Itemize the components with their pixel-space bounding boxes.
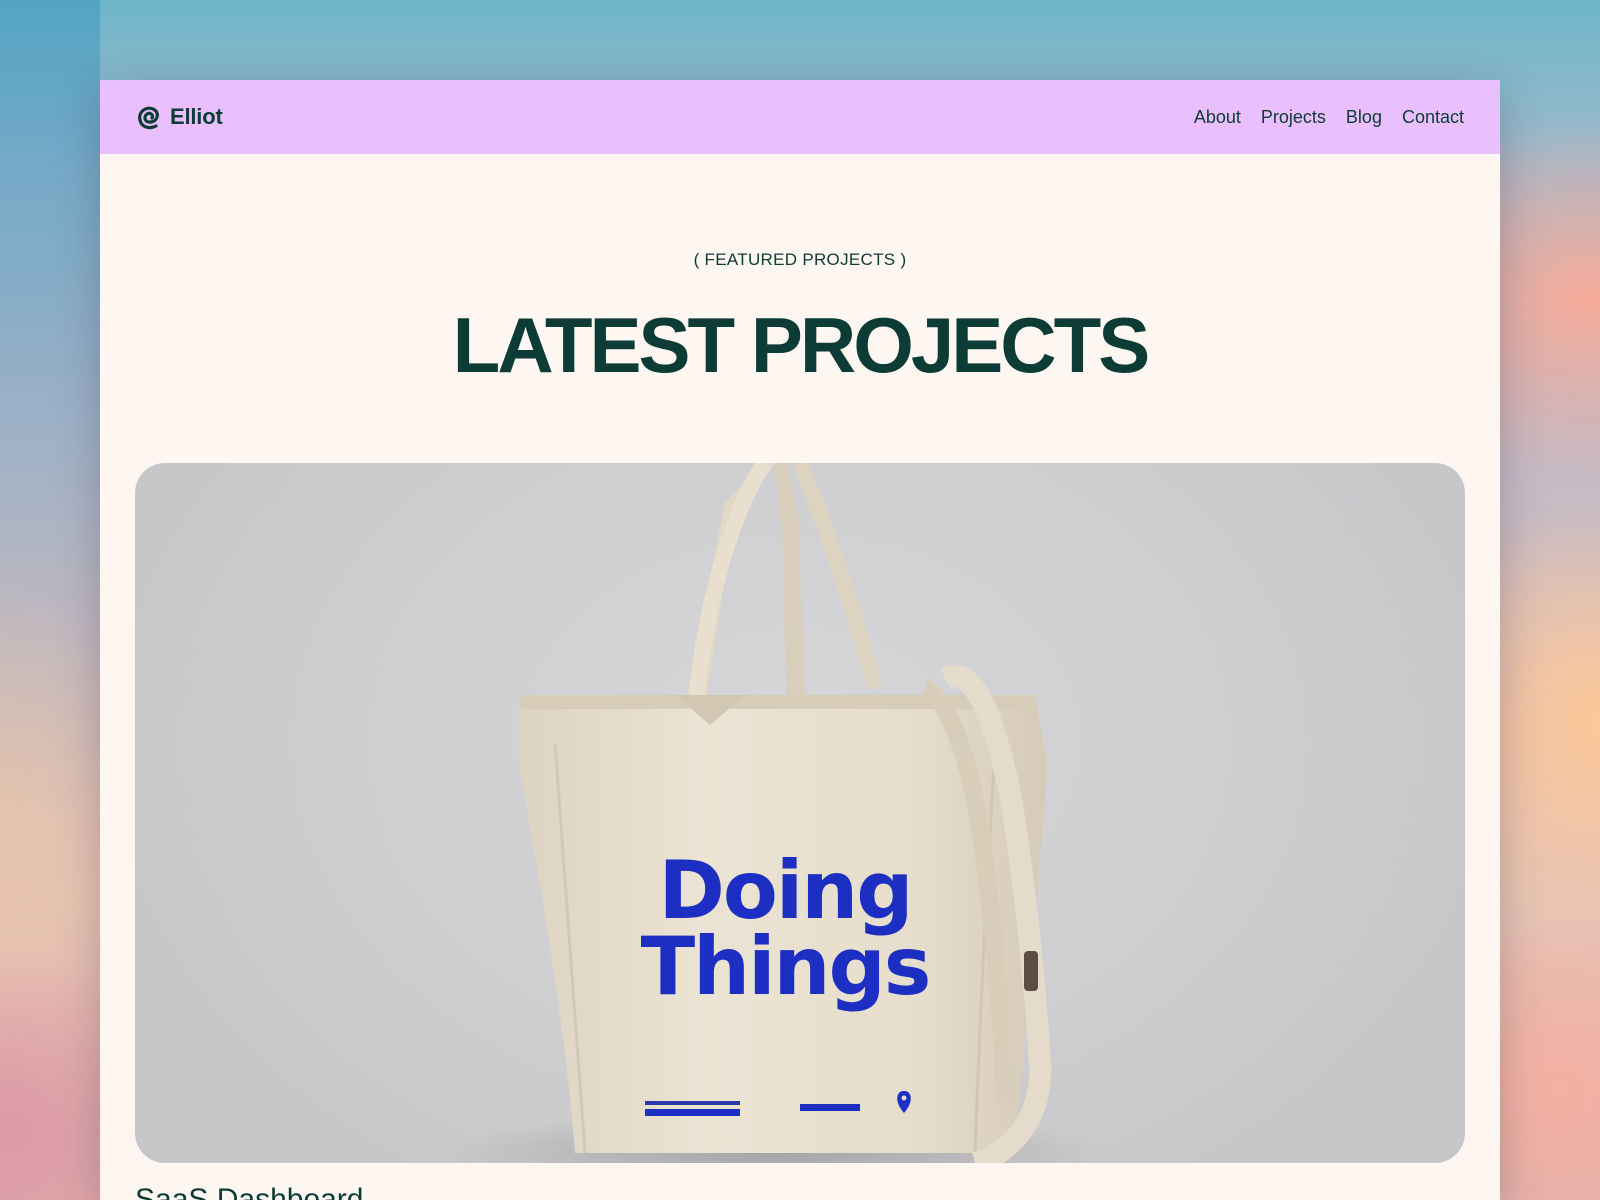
project-title[interactable]: SaaS Dashboard bbox=[135, 1183, 364, 1200]
swirl-logo-icon bbox=[138, 106, 159, 130]
section-eyebrow: ( FEATURED PROJECTS ) bbox=[693, 250, 907, 269]
bag-slogan: Doing Things bbox=[635, 844, 935, 1013]
nav-link-contact[interactable]: Contact bbox=[1402, 107, 1464, 128]
bag-slogan-line2: Things bbox=[640, 920, 932, 1013]
top-navbar: Elliot About Projects Blog Contact bbox=[100, 80, 1500, 154]
tote-bag-photo bbox=[445, 463, 1105, 1163]
bag-slogan-line1: Doing bbox=[658, 844, 913, 937]
page-title: LATEST PROJECTS bbox=[452, 301, 1151, 389]
wallpaper-sky bbox=[0, 0, 100, 1200]
brand-logo[interactable]: Elliot bbox=[134, 102, 223, 132]
project-card-image[interactable]: Doing Things bbox=[135, 463, 1465, 1163]
nav-link-projects[interactable]: Projects bbox=[1261, 107, 1326, 128]
nav-link-blog[interactable]: Blog bbox=[1346, 107, 1382, 128]
nav-link-about[interactable]: About bbox=[1194, 107, 1241, 128]
browser-window: Elliot About Projects Blog Contact ( FEA… bbox=[100, 80, 1500, 1200]
brand-name: Elliot bbox=[170, 104, 223, 129]
nav-links: About Projects Blog Contact bbox=[1194, 107, 1464, 128]
